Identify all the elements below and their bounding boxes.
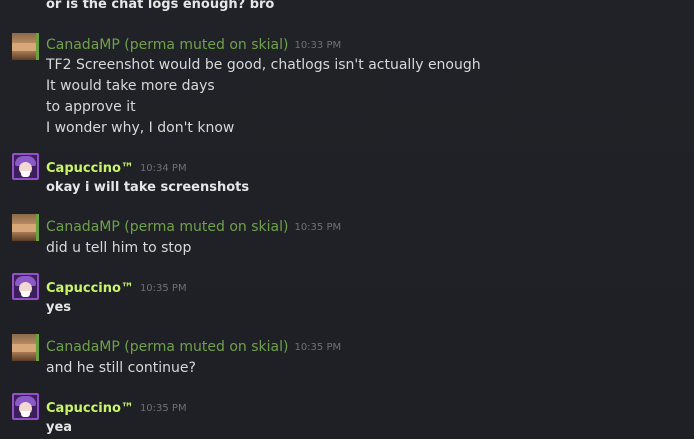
sender-name[interactable]: CanadaMP (perma muted on skial) (46, 339, 288, 355)
timestamp: 10:34 PM (139, 163, 187, 174)
message-text: okay i will take screenshots (46, 180, 250, 195)
canada-avatar-icon[interactable] (12, 334, 39, 361)
chat-log: or is the chat logs enough? bro CanadaMP… (0, 0, 694, 439)
message-text: yes (46, 300, 72, 315)
capuccino-avatar-icon[interactable] (12, 393, 39, 420)
message-text: or is the chat logs enough? bro (46, 0, 275, 12)
message-text: I wonder why, I don't know (46, 120, 235, 136)
message-text: and he still continue? (46, 360, 196, 376)
message-header: Capuccino™ 10:35 PM (46, 277, 187, 297)
sender-name[interactable]: Capuccino™ (46, 161, 134, 176)
canada-avatar-icon[interactable] (12, 33, 39, 60)
message-header: Capuccino™ 10:34 PM (46, 157, 187, 177)
timestamp: 10:35 PM (139, 283, 187, 294)
sender-name[interactable]: CanadaMP (perma muted on skial) (46, 219, 288, 235)
sender-name[interactable]: CanadaMP (perma muted on skial) (46, 37, 288, 53)
message-text: It would take more days (46, 78, 215, 94)
timestamp: 10:35 PM (139, 403, 187, 414)
message-header: CanadaMP (perma muted on skial) 10:35 PM (46, 216, 341, 236)
canada-avatar-icon[interactable] (12, 214, 39, 241)
sender-name[interactable]: Capuccino™ (46, 281, 134, 296)
message-text: did u tell him to stop (46, 240, 192, 256)
message-text: to approve it (46, 99, 136, 115)
message-header: Capuccino™ 10:35 PM (46, 397, 187, 417)
sender-name[interactable]: Capuccino™ (46, 401, 134, 416)
message-header: CanadaMP (perma muted on skial) 10:33 PM (46, 34, 341, 54)
capuccino-avatar-icon[interactable] (12, 153, 39, 180)
capuccino-avatar-icon[interactable] (12, 273, 39, 300)
message-header: CanadaMP (perma muted on skial) 10:35 PM (46, 336, 341, 356)
message-text: yea (46, 420, 73, 435)
timestamp: 10:33 PM (294, 40, 342, 51)
timestamp: 10:35 PM (294, 222, 342, 233)
message-text: TF2 Screenshot would be good, chatlogs i… (46, 57, 481, 73)
timestamp: 10:35 PM (294, 342, 342, 353)
